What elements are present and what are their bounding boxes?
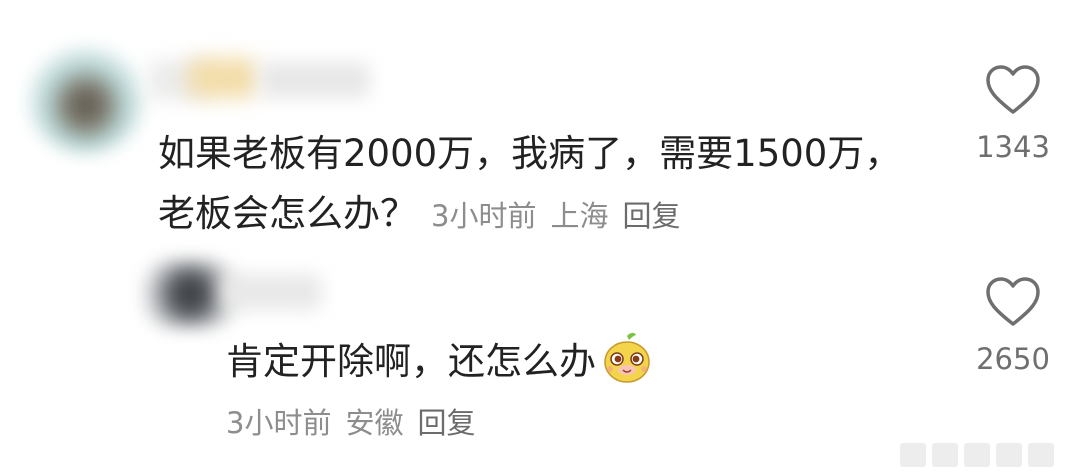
like-count: 2650	[976, 342, 1050, 376]
comment-meta: 3小时前 上海 回复	[431, 199, 694, 233]
like-button[interactable]: 2650	[963, 276, 1063, 376]
like-count: 1343	[976, 130, 1050, 164]
comment-thread: 如果老板有2000万，我病了，需要1500万， 老板会怎么办？ 3小时前 上海 回复 …	[0, 0, 1080, 475]
username-blurred[interactable]	[222, 270, 332, 314]
avatar[interactable]	[28, 46, 144, 154]
reply-time: 3小时前	[226, 406, 332, 440]
comment-text-line-end: 老板会怎么办？	[158, 192, 417, 235]
reply-meta: 3小时前 安徽 回复	[226, 400, 489, 442]
comment-time: 3小时前	[431, 199, 537, 233]
reply-text: 肯定开除啊，还怎么办	[226, 332, 652, 392]
comment-text-line: 如果老板有2000万，我病了，需要1500万，	[158, 132, 902, 175]
like-button[interactable]: 1343	[963, 64, 1063, 164]
heart-outline-icon[interactable]	[985, 64, 1041, 116]
cute-face-emoji-icon	[604, 332, 650, 383]
reply-location: 安徽	[345, 406, 404, 440]
comment-location: 上海	[550, 199, 609, 233]
watermark	[900, 439, 1070, 469]
heart-outline-icon[interactable]	[985, 276, 1041, 328]
reply-button[interactable]: 回复	[417, 406, 475, 440]
reply-button[interactable]: 回复	[622, 199, 680, 233]
username-blurred[interactable]	[148, 54, 370, 104]
comment-text-line: 老板会怎么办？ 3小时前 上海 回复	[158, 184, 694, 246]
reply-text-content: 肯定开除啊，还怎么办	[226, 340, 596, 383]
